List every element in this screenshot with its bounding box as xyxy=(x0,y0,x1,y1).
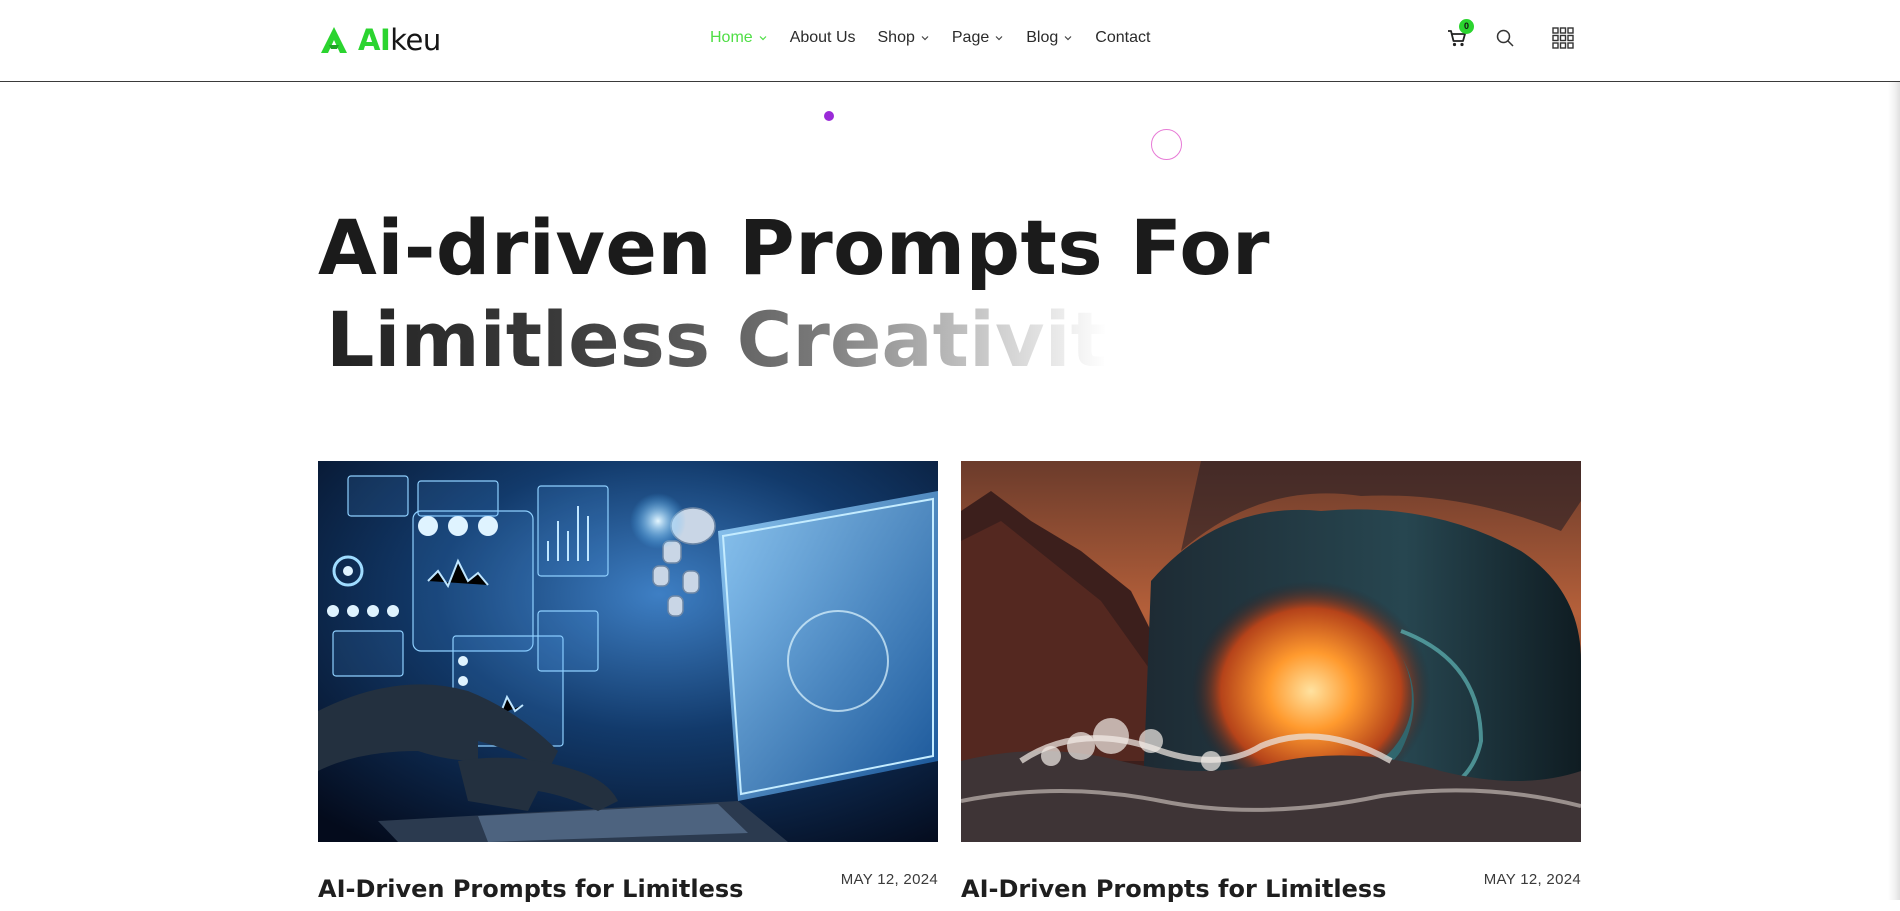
nav-item-shop[interactable]: Shop xyxy=(878,29,930,47)
ocean-wave-sunset-image[interactable] xyxy=(961,461,1581,842)
decorative-dot xyxy=(824,111,834,121)
cart-button[interactable]: 0 xyxy=(1442,19,1474,53)
nav-label-page: Page xyxy=(951,29,990,46)
nav-label-contact: Contact xyxy=(1095,29,1151,46)
main-nav: Home About Us Shop Page Blog Contact xyxy=(710,22,1172,54)
nav-item-about-us[interactable]: About Us xyxy=(790,29,856,47)
chevron-down-icon xyxy=(921,36,929,41)
nav-label-home: Home xyxy=(710,29,753,46)
card-date: MAY 12, 2024 xyxy=(840,871,938,888)
chevron-down-icon xyxy=(759,36,767,41)
nav-item-blog[interactable]: Blog xyxy=(1026,29,1073,47)
header-actions: 0 xyxy=(1442,18,1578,58)
chevron-down-icon xyxy=(1064,36,1072,41)
hero-section: Ai-driven Prompts For Limitless Creativi… xyxy=(318,200,1418,384)
search-button[interactable] xyxy=(1490,23,1520,53)
grid-menu-icon xyxy=(1552,27,1574,49)
grid-menu-button[interactable] xyxy=(1548,23,1578,53)
nav-item-page[interactable]: Page xyxy=(952,29,1004,47)
site-header: AIkeu Home About Us Shop Page Blog Conta… xyxy=(0,0,1900,82)
blog-card[interactable]: AI-Driven Prompts for Limitless MAY 12, … xyxy=(318,461,938,911)
card-date: MAY 12, 2024 xyxy=(1483,871,1581,888)
search-icon xyxy=(1496,29,1514,47)
chevron-down-icon xyxy=(995,36,1003,41)
nav-label-shop: Shop xyxy=(877,29,915,46)
nav-item-contact[interactable]: Contact xyxy=(1095,29,1150,47)
hero-title-line1: Ai-driven Prompts For xyxy=(318,203,1271,292)
logo[interactable]: AIkeu xyxy=(318,20,441,60)
nav-label-blog: Blog xyxy=(1026,29,1059,46)
decorative-ring xyxy=(1151,129,1182,160)
card-title[interactable]: AI-Driven Prompts for Limitless xyxy=(318,875,743,903)
scroll-edge-shadow xyxy=(1888,82,1900,900)
card-title[interactable]: AI-Driven Prompts for Limitless xyxy=(961,875,1386,903)
logo-a-icon xyxy=(321,27,347,53)
logo-text: AIkeu xyxy=(358,22,441,57)
nav-label-about-us: About Us xyxy=(789,29,856,46)
cart-count-badge: 0 xyxy=(1459,19,1474,34)
ai-robot-laptop-image[interactable] xyxy=(318,461,938,842)
blog-card[interactable]: AI-Driven Prompts for Limitless MAY 12, … xyxy=(961,461,1581,911)
logo-rest-text: keu xyxy=(390,22,441,57)
card-meta: AI-Driven Prompts for Limitless MAY 12, … xyxy=(961,871,1581,911)
nav-item-home[interactable]: Home xyxy=(710,29,768,47)
hero-title-line2: Limitless Creativit xyxy=(326,295,1107,384)
card-meta: AI-Driven Prompts for Limitless MAY 12, … xyxy=(318,871,938,911)
logo-accent-text: AI xyxy=(358,22,391,57)
